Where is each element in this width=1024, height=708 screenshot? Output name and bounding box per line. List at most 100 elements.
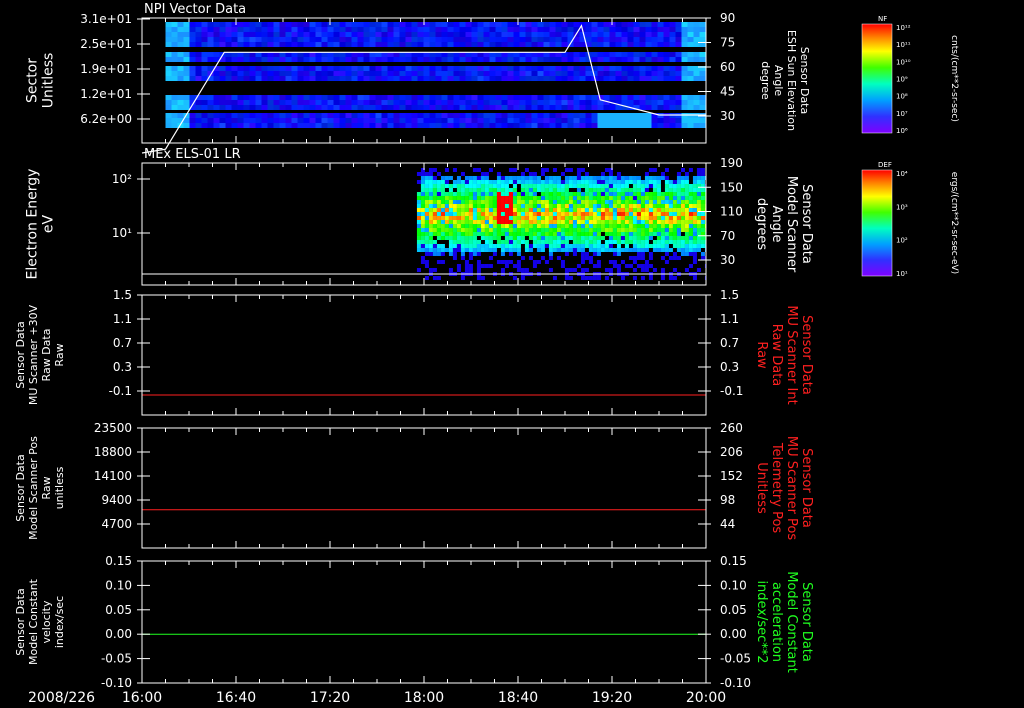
heatmap-cell: [327, 105, 334, 110]
heatmap-cell: [624, 248, 629, 252]
heatmap-cell: [664, 244, 669, 248]
heatmap-cell: [579, 42, 586, 47]
date-label: 2008/226: [28, 690, 95, 706]
heatmap-cell: [672, 204, 677, 208]
heatmap-cell: [315, 37, 322, 42]
heatmap-cell: [524, 240, 529, 244]
heatmap-cell: [672, 208, 677, 212]
heatmap-cell: [699, 57, 706, 62]
heatmap-cell: [165, 76, 172, 81]
heatmap-cell: [171, 123, 178, 128]
heatmap-cell: [656, 240, 661, 244]
heatmap-cell: [496, 220, 501, 224]
heatmap-cell: [657, 100, 664, 105]
heatmap-cell: [604, 248, 609, 252]
heatmap-cell: [612, 216, 617, 220]
heatmap-cell: [616, 268, 621, 272]
heatmap-cell: [681, 95, 688, 100]
heatmap-cell: [468, 236, 473, 240]
heatmap-cell: [657, 118, 664, 123]
heatmap-cell: [291, 105, 298, 110]
heatmap-cell: [476, 224, 481, 228]
heatmap-cell: [687, 32, 694, 37]
heatmap-cell: [452, 204, 457, 208]
heatmap-cell: [576, 240, 581, 244]
heatmap-cell: [656, 244, 661, 248]
heatmap-cell: [561, 57, 568, 62]
heatmap-cell: [432, 176, 437, 180]
heatmap-cell: [177, 42, 184, 47]
heatmap-cell: [460, 220, 465, 224]
heatmap-cell: [405, 27, 412, 32]
heatmap-cell: [604, 176, 609, 180]
heatmap-cell: [339, 100, 346, 105]
heatmap-cell: [621, 52, 628, 57]
heatmap-cell: [255, 95, 262, 100]
heatmap-cell: [627, 100, 634, 105]
heatmap-cell: [291, 71, 298, 76]
heatmap-cell: [399, 27, 406, 32]
heatmap-cell: [639, 113, 646, 118]
heatmap-cell: [255, 105, 262, 110]
heatmap-cell: [624, 188, 629, 192]
heatmap-cell: [640, 268, 645, 272]
heatmap-cell: [219, 76, 226, 81]
heatmap-cell: [633, 32, 640, 37]
heatmap-cell: [456, 268, 461, 272]
heatmap-cell: [177, 57, 184, 62]
left-axis-label-line: Raw: [53, 343, 66, 366]
heatmap-cell: [660, 244, 665, 248]
heatmap-cell: [660, 176, 665, 180]
heatmap-cell: [600, 248, 605, 252]
heatmap-cell: [435, 100, 442, 105]
heatmap-cell: [315, 57, 322, 62]
heatmap-cell: [464, 236, 469, 240]
heatmap-cell: [456, 220, 461, 224]
heatmap-cell: [536, 180, 541, 184]
heatmap-cell: [507, 37, 514, 42]
heatmap-cell: [243, 118, 250, 123]
y-tick-label-right: 90: [720, 11, 735, 25]
heatmap-cell: [525, 100, 532, 105]
heatmap-cell: [532, 264, 537, 268]
heatmap-cell: [616, 204, 621, 208]
heatmap-cell: [573, 57, 580, 62]
heatmap-cell: [375, 105, 382, 110]
heatmap-cell: [333, 95, 340, 100]
heatmap-cell: [464, 180, 469, 184]
heatmap-cell: [369, 57, 376, 62]
heatmap-cell: [405, 32, 412, 37]
heatmap-cell: [440, 244, 445, 248]
heatmap-cell: [560, 260, 565, 264]
heatmap-cell: [684, 236, 689, 240]
heatmap-cell: [543, 32, 550, 37]
heatmap-cell: [416, 172, 421, 176]
heatmap-cell: [567, 113, 574, 118]
heatmap-cell: [441, 71, 448, 76]
heatmap-cell: [675, 57, 682, 62]
heatmap-cell: [572, 220, 577, 224]
heatmap-cell: [452, 224, 457, 228]
heatmap-cell: [387, 118, 394, 123]
heatmap-cell: [648, 168, 653, 172]
heatmap-cell: [636, 176, 641, 180]
heatmap-cell: [621, 113, 628, 118]
heatmap-cell: [644, 172, 649, 176]
heatmap-cell: [165, 95, 172, 100]
heatmap-cell: [580, 252, 585, 256]
heatmap-cell: [416, 192, 421, 196]
heatmap-cell: [440, 208, 445, 212]
heatmap-cell: [500, 240, 505, 244]
heatmap-cell: [520, 228, 525, 232]
heatmap-cell: [459, 22, 466, 27]
heatmap-cell: [612, 180, 617, 184]
heatmap-cell: [549, 42, 556, 47]
heatmap-cell: [564, 240, 569, 244]
heatmap-cell: [420, 244, 425, 248]
heatmap-cell: [345, 27, 352, 32]
heatmap-cell: [633, 42, 640, 47]
heatmap-cell: [663, 32, 670, 37]
heatmap-cell: [584, 268, 589, 272]
heatmap-cell: [680, 196, 685, 200]
heatmap-cell: [645, 27, 652, 32]
